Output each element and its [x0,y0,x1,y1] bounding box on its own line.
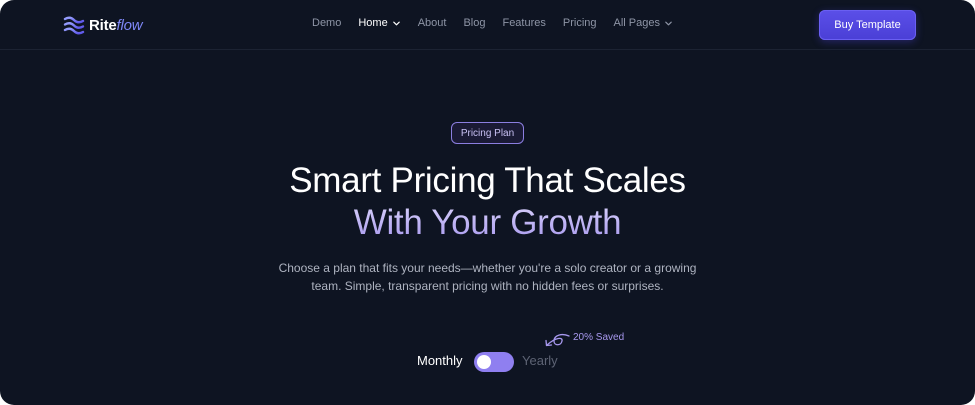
yearly-label[interactable]: Yearly [522,353,558,368]
nav-item-pricing[interactable]: Pricing [563,17,597,29]
nav-item-all-pages[interactable]: All Pages [614,17,673,29]
nav-item-label: Demo [312,17,342,29]
hero-title-line2-text: With Your Growth [353,203,622,242]
billing-toggle-row: Monthly Yearly [0,350,975,374]
toggle-knob [477,355,491,369]
brand-name-accent: flow [116,16,143,34]
hero-title-line1: Smart Pricing That Scales [289,161,686,200]
nav-item-demo[interactable]: Demo [312,17,341,29]
nav-item-label: About [417,17,447,29]
chevron-down-icon [392,21,400,25]
billing-toggle-switch[interactable] [474,352,514,372]
nav-item-label: Features [502,17,546,29]
chevron-down-icon [665,21,672,25]
savings-note: 20% Saved [542,331,624,351]
savings-text: 20% Saved [573,332,625,343]
monthly-label[interactable]: Monthly [417,353,463,368]
brand-name-main: Rite [89,16,117,34]
brand-name: Riteflow [89,16,143,34]
waves-logo-icon [63,16,85,35]
top-navbar: Riteflow Demo Home About Blog Features P… [0,0,975,50]
buy-template-button[interactable]: Buy Template [819,10,916,40]
nav-menu: Demo Home About Blog Features Pricing Al… [312,17,690,29]
hero-title-line2: With Your Growth [0,202,975,244]
hero-subtitle: Choose a plan that fits your needs—wheth… [278,261,697,293]
nav-item-features[interactable]: Features [502,17,545,29]
nav-item-blog[interactable]: Blog [463,17,485,29]
pricing-plan-badge: Pricing Plan [451,122,524,144]
page-frame: Riteflow Demo Home About Blog Features P… [0,0,975,405]
nav-item-label: Home [358,17,388,29]
brand-logo[interactable]: Riteflow [63,14,143,36]
curved-arrow-icon [545,334,570,347]
nav-item-label: All Pages [613,17,660,29]
nav-item-about[interactable]: About [418,17,447,29]
nav-item-home[interactable]: Home [358,17,400,29]
nav-item-label: Blog [463,17,486,29]
nav-item-label: Pricing [562,17,597,29]
